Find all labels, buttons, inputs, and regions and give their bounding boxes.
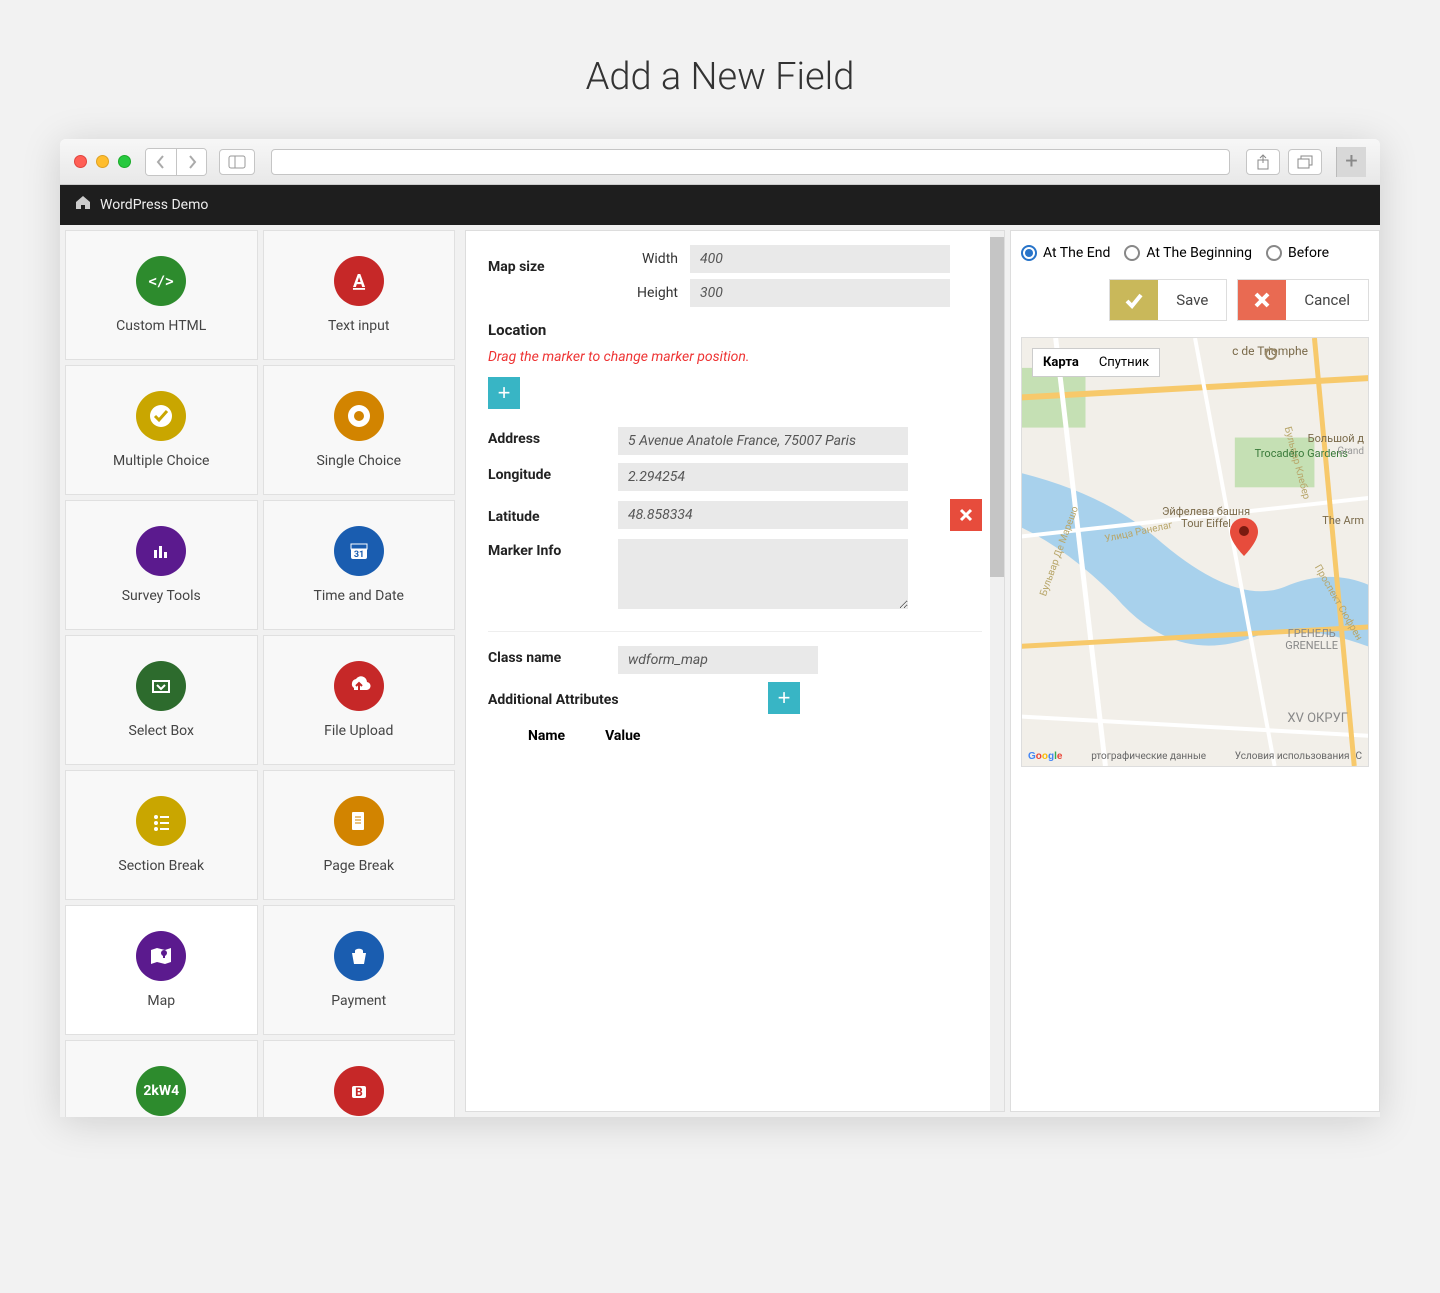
map-marker-icon[interactable] bbox=[1230, 518, 1258, 562]
tile-payment[interactable]: Payment bbox=[263, 905, 456, 1035]
attr-value-header: Value bbox=[605, 728, 640, 744]
additional-attributes-label: Additional Attributes bbox=[488, 688, 768, 708]
page-title: Add a New Field bbox=[0, 0, 1440, 139]
main-content: </> Custom HTML A Text input Multiple Choi… bbox=[60, 225, 1380, 1117]
tile-label: Map bbox=[147, 993, 175, 1009]
height-label: Height bbox=[618, 285, 678, 301]
tabs-icon[interactable] bbox=[1288, 149, 1322, 175]
browser-window: + WordPress Demo </> Custom HTML A Text in… bbox=[60, 139, 1380, 1117]
back-button[interactable] bbox=[146, 149, 176, 175]
field-palette: </> Custom HTML A Text input Multiple Choi… bbox=[60, 225, 460, 1117]
tile-label: Section Break bbox=[118, 858, 204, 874]
location-header: Location bbox=[488, 321, 982, 339]
google-logo: Google bbox=[1028, 751, 1062, 762]
traffic-lights bbox=[74, 155, 131, 168]
tile-text-input[interactable]: A Text input bbox=[263, 230, 456, 360]
tile-label: File Upload bbox=[324, 723, 393, 739]
url-bar[interactable] bbox=[271, 149, 1230, 175]
radio-at-end[interactable]: At The End bbox=[1021, 245, 1110, 261]
svg-text:B: B bbox=[355, 1085, 363, 1099]
tile-button[interactable]: BButton bbox=[263, 1040, 456, 1117]
map-poi: Grand bbox=[1337, 446, 1364, 457]
map-poi: Большой д bbox=[1308, 433, 1364, 445]
latitude-input[interactable] bbox=[618, 501, 908, 529]
map-preview[interactable]: Бульвар Де Марешо Улица Ранелаг Бульвар … bbox=[1021, 337, 1369, 767]
map-type-tabs[interactable]: КартаСпутник bbox=[1032, 348, 1160, 377]
map-poi: XV ОКРУГ bbox=[1287, 711, 1348, 726]
map-poi: ГРЕНЕЛЬ GRENELLE bbox=[1285, 628, 1338, 652]
radio-at-beginning[interactable]: At The Beginning bbox=[1124, 245, 1252, 261]
tile-captcha[interactable]: 2kW4Captcha bbox=[65, 1040, 258, 1117]
position-radios: At The End At The Beginning Before bbox=[1021, 245, 1369, 261]
class-name-label: Class name bbox=[488, 646, 618, 666]
latitude-label: Latitude bbox=[488, 505, 618, 525]
location-hint: Drag the marker to change marker positio… bbox=[488, 349, 982, 365]
tile-custom-html[interactable]: </> Custom HTML bbox=[65, 230, 258, 360]
tile-label: Single Choice bbox=[316, 453, 401, 469]
tile-label: Page Break bbox=[323, 858, 394, 874]
longitude-label: Longitude bbox=[488, 463, 618, 483]
wp-admin-bar: WordPress Demo bbox=[60, 185, 1380, 225]
sidebar-toggle-icon[interactable] bbox=[219, 149, 255, 175]
close-window-icon[interactable] bbox=[74, 155, 87, 168]
add-attribute-button[interactable]: + bbox=[768, 682, 800, 714]
tile-file-upload[interactable]: File Upload bbox=[263, 635, 456, 765]
preview-pane: At The End At The Beginning Before Save … bbox=[1010, 230, 1380, 1112]
tile-label: Survey Tools bbox=[122, 588, 201, 604]
tile-section-break[interactable]: Section Break bbox=[65, 770, 258, 900]
share-icon[interactable] bbox=[1246, 149, 1280, 175]
width-input[interactable] bbox=[690, 245, 950, 273]
address-label: Address bbox=[488, 427, 618, 447]
tile-label: Custom HTML bbox=[116, 318, 206, 334]
tile-time-date[interactable]: 31 Time and Date bbox=[263, 500, 456, 630]
tile-label: Payment bbox=[331, 993, 386, 1009]
tile-page-break[interactable]: Page Break bbox=[263, 770, 456, 900]
delete-marker-button[interactable] bbox=[950, 499, 982, 531]
attr-table-header: Name Value bbox=[488, 722, 982, 750]
svg-text:</>: </> bbox=[149, 274, 174, 290]
save-button[interactable]: Save bbox=[1109, 279, 1227, 321]
arc-icon bbox=[1264, 346, 1278, 365]
tile-label: Multiple Choice bbox=[113, 453, 209, 469]
tile-label: Text input bbox=[328, 318, 389, 334]
forward-button[interactable] bbox=[176, 149, 206, 175]
browser-chrome: + bbox=[60, 139, 1380, 185]
map-size-row: Map size Width Height bbox=[488, 245, 982, 313]
map-size-label: Map size bbox=[488, 245, 618, 275]
tile-multiple-choice[interactable]: Multiple Choice bbox=[65, 365, 258, 495]
minimize-window-icon[interactable] bbox=[96, 155, 109, 168]
longitude-input[interactable] bbox=[618, 463, 908, 491]
marker-info-label: Marker Info bbox=[488, 539, 618, 559]
tile-label: Time and Date bbox=[314, 588, 404, 604]
radio-before[interactable]: Before bbox=[1266, 245, 1329, 261]
scrollbar[interactable] bbox=[990, 231, 1004, 1111]
tile-select-box[interactable]: Select Box bbox=[65, 635, 258, 765]
tile-survey-tools[interactable]: Survey Tools bbox=[65, 500, 258, 630]
new-tab-button[interactable]: + bbox=[1336, 147, 1366, 177]
svg-text:31: 31 bbox=[354, 550, 364, 560]
svg-text:A: A bbox=[353, 271, 366, 292]
address-input[interactable] bbox=[618, 427, 908, 455]
map-poi: Trocadéro Gardens bbox=[1255, 448, 1348, 460]
add-marker-button[interactable]: + bbox=[488, 377, 520, 409]
class-name-input[interactable] bbox=[618, 646, 818, 674]
width-label: Width bbox=[618, 251, 678, 267]
tile-single-choice[interactable]: Single Choice bbox=[263, 365, 456, 495]
map-poi: The Arm bbox=[1322, 514, 1364, 527]
nav-group bbox=[145, 148, 207, 176]
field-settings-pane: Map size Width Height Location Drag the … bbox=[465, 230, 1005, 1112]
map-attribution: Google ртографические данные Условия исп… bbox=[1022, 751, 1368, 762]
zoom-window-icon[interactable] bbox=[118, 155, 131, 168]
tile-map[interactable]: Map bbox=[65, 905, 258, 1035]
cancel-button[interactable]: Cancel bbox=[1237, 279, 1369, 321]
attr-name-header: Name bbox=[528, 728, 565, 744]
tile-label: Select Box bbox=[129, 723, 194, 739]
marker-info-input[interactable] bbox=[618, 539, 908, 609]
home-icon[interactable] bbox=[74, 194, 92, 216]
site-title[interactable]: WordPress Demo bbox=[100, 197, 208, 213]
action-buttons: Save Cancel bbox=[1021, 279, 1369, 321]
height-input[interactable] bbox=[690, 279, 950, 307]
